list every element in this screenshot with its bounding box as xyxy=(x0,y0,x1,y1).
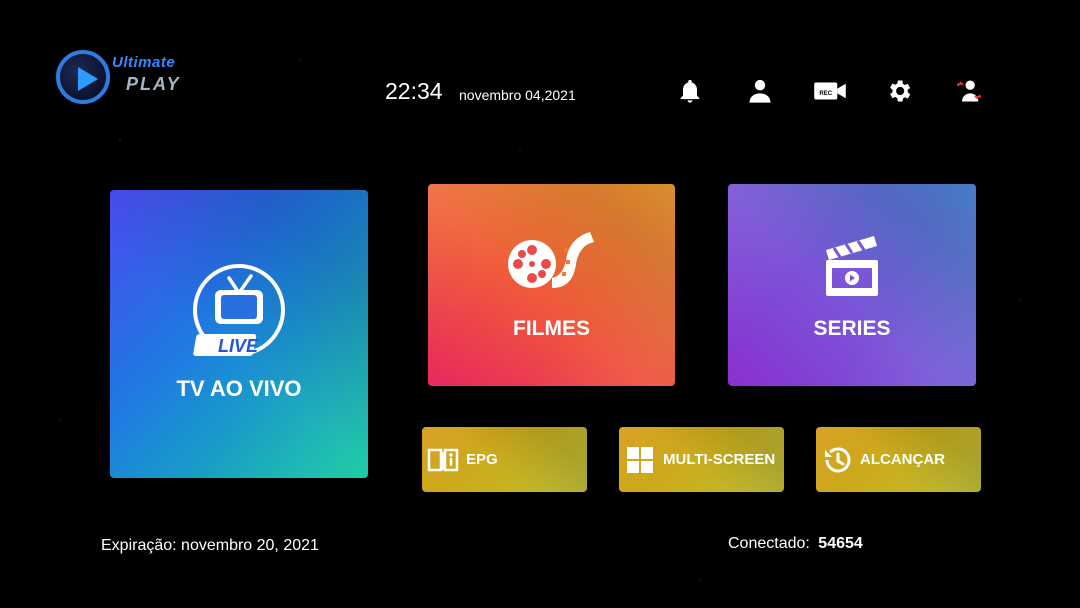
tile-filmes[interactable]: FILMES xyxy=(428,184,675,386)
rec-badge-text: REC xyxy=(819,91,832,97)
logo-text-top: Ultimate xyxy=(112,54,176,71)
bell-icon[interactable] xyxy=(674,76,706,106)
history-clock-icon xyxy=(820,443,854,477)
tile-label-filmes: FILMES xyxy=(513,317,590,340)
clock-date: novembro 04,2021 xyxy=(459,87,576,103)
film-reel-icon xyxy=(506,228,596,298)
home-screen: Ultimate PLAY 22:34 novembro 04,2021 REC xyxy=(0,0,1080,608)
tile-label-multi-screen: MULTI-SCREEN xyxy=(663,451,776,468)
tile-label-series: SERIES xyxy=(813,317,891,340)
logo-text-bottom: PLAY xyxy=(126,74,181,94)
guide-book-icon xyxy=(426,443,460,477)
user-icon[interactable] xyxy=(744,76,776,106)
live-tv-icon: LIVE xyxy=(191,264,287,364)
play-logo-icon xyxy=(56,50,110,104)
tile-label-epg: EPG xyxy=(466,451,498,468)
tile-epg[interactable]: EPG xyxy=(422,427,587,492)
connected-value: 54654 xyxy=(818,535,863,552)
clapperboard-icon xyxy=(822,232,882,300)
app-logo: Ultimate PLAY xyxy=(56,48,226,108)
tile-tv-ao-vivo[interactable]: LIVE TV AO VIVO xyxy=(110,190,368,478)
tile-multi-screen[interactable]: MULTI-SCREEN xyxy=(619,427,784,492)
live-badge: LIVE xyxy=(218,336,259,356)
tile-label-alcancar: ALCANÇAR xyxy=(860,451,945,468)
switch-user-icon[interactable] xyxy=(953,76,985,106)
clock-time: 22:34 xyxy=(385,78,443,104)
connected-status: Conectado: 54654 xyxy=(728,535,863,553)
tile-label-live: TV AO VIVO xyxy=(176,376,302,401)
connected-label: Conectado: xyxy=(728,535,810,552)
expiration-text: Expiração: novembro 20, 2021 xyxy=(101,537,319,554)
grid-icon xyxy=(623,443,657,477)
gear-icon[interactable] xyxy=(883,76,915,106)
tile-series[interactable]: SERIES xyxy=(728,184,976,386)
rec-camera-icon[interactable]: REC xyxy=(812,76,848,106)
tile-alcancar[interactable]: ALCANÇAR xyxy=(816,427,981,492)
